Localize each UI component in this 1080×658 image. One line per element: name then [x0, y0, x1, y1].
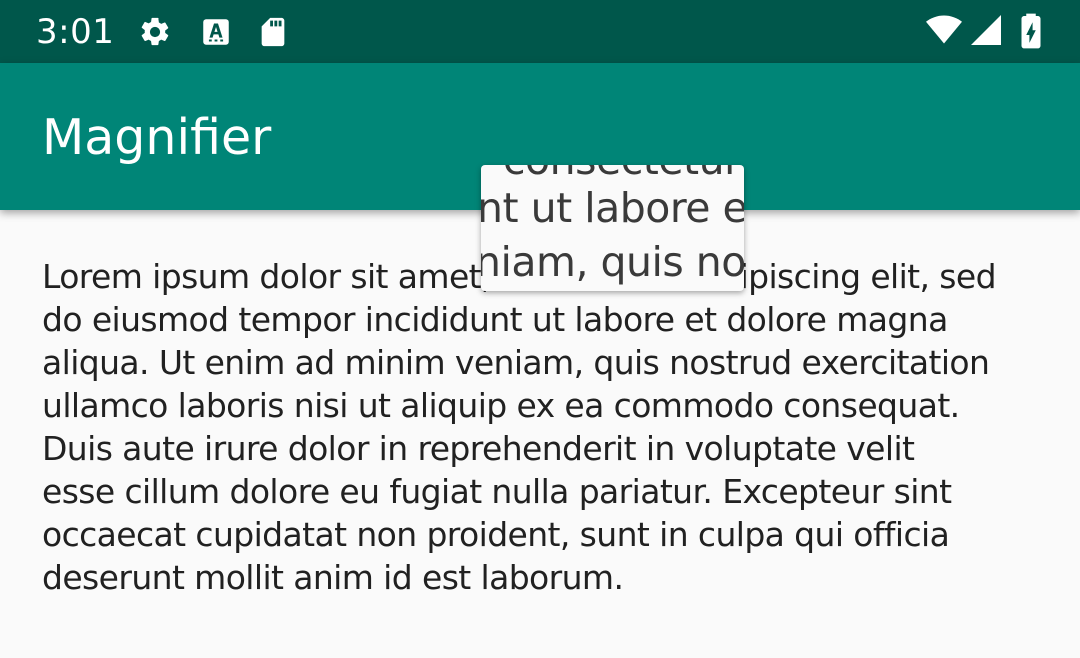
- magnifier-line: niam, quis nos: [481, 238, 744, 286]
- magnifier-window[interactable]: consectetur nt ut labore et niam, quis n…: [481, 165, 744, 291]
- paragraph-line: ullamco laboris nisi ut aliquip ex ea co…: [42, 386, 960, 425]
- paragraph-line: aliqua. Ut enim ad minim veniam, quis no…: [42, 343, 990, 382]
- magnifier-line: consectetur: [503, 165, 741, 185]
- paragraph-line: Duis aute irure dolor in reprehenderit i…: [42, 429, 915, 468]
- app-title: Magnifier: [42, 109, 272, 166]
- status-bar: 3:01: [0, 0, 1080, 63]
- lorem-paragraph: Lorem ipsum dolor sit amet, consectetur …: [42, 255, 1042, 599]
- sd-card-icon: [261, 17, 285, 47]
- paragraph-line: deserunt mollit anim id est laborum.: [42, 558, 624, 597]
- battery-charging-icon: [1021, 13, 1041, 49]
- settings-gear-icon: [141, 17, 169, 46]
- paragraph-line: esse cillum dolore eu fugiat nulla paria…: [42, 472, 952, 511]
- status-time: 3:01: [36, 12, 115, 52]
- wifi-icon: [926, 15, 962, 44]
- cell-signal-icon: [971, 15, 1001, 45]
- magnifier-line: nt ut labore et: [481, 184, 744, 232]
- accessibility-a-icon: [203, 19, 229, 45]
- paragraph-line: do eiusmod tempor incididunt ut labore e…: [42, 300, 948, 339]
- paragraph-line: occaecat cupidatat non proident, sunt in…: [42, 515, 950, 554]
